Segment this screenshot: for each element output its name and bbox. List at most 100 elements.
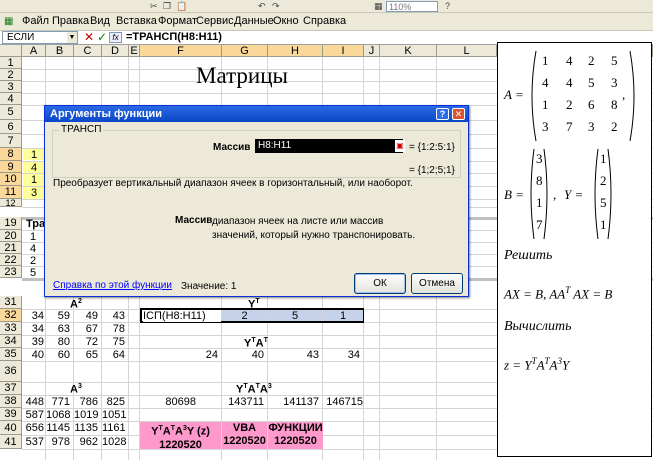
chart-wizard-icon[interactable]: ▦ (374, 1, 383, 12)
a3-cell[interactable]: 786 (74, 396, 98, 408)
row-header[interactable]: 6 (0, 120, 22, 134)
help-icon[interactable]: ? (436, 108, 449, 120)
row-header[interactable]: 22 (0, 254, 22, 266)
yta-cell[interactable]: 40 (222, 349, 264, 361)
dialog-titlebar[interactable]: Аргументы функции ? ✕ (45, 106, 468, 122)
column-header[interactable]: G (222, 45, 268, 57)
result-z-block[interactable]: YTATA3Y (z) 1220520 (140, 422, 221, 451)
a3-cell[interactable]: 962 (74, 436, 98, 448)
a2-cell[interactable]: 49 (74, 310, 98, 322)
menu-edit[interactable]: Правка (52, 15, 89, 27)
a3-cell[interactable]: 825 (102, 396, 125, 408)
formula-input[interactable]: =ТРАНСП(H8:H11) (126, 31, 222, 44)
matrix-equation-object[interactable]: A = 1 4 2 5 4 4 5 3 1 2 6 8 3 7 3 2 , B … (497, 42, 652, 457)
cancel-button[interactable]: Отмена (411, 273, 463, 294)
row-header[interactable]: 31 (0, 296, 22, 309)
menu-data[interactable]: Данные (234, 15, 274, 27)
menu-file[interactable]: Файл (22, 15, 49, 27)
row-header[interactable]: 3 (0, 81, 22, 93)
enter-formula-icon[interactable]: ✓ (97, 31, 107, 44)
row-header[interactable]: 5 (0, 105, 22, 120)
row-header[interactable]: 33 (0, 322, 22, 335)
cell-a9[interactable]: 4 (23, 162, 45, 174)
a2-cell[interactable]: 43 (102, 310, 125, 322)
active-cell-editor[interactable]: ІСП(H8:H11) (143, 310, 221, 322)
a2-cell[interactable]: 63 (46, 323, 70, 335)
a2-cell[interactable]: 80 (46, 336, 70, 348)
a2-cell[interactable]: 59 (46, 310, 70, 322)
column-header[interactable]: K (380, 45, 437, 57)
a2-cell[interactable]: 60 (46, 349, 70, 361)
zoom-select[interactable]: 110% (386, 1, 438, 12)
a2-cell[interactable]: 65 (74, 349, 98, 361)
column-header[interactable]: J (364, 45, 380, 57)
row-header[interactable]: 36 (0, 361, 22, 382)
a3-cell[interactable]: 1019 (74, 409, 98, 421)
row-header[interactable]: 2 (0, 69, 22, 81)
menu-insert[interactable]: Вставка (116, 15, 157, 27)
cell-a8[interactable]: 1 (23, 149, 45, 161)
ytata-cell[interactable]: 80698 (140, 396, 196, 408)
menu-format[interactable]: Формат (158, 15, 197, 27)
row-header[interactable]: 4 (0, 93, 22, 105)
help-toolbar-icon[interactable]: ? (445, 1, 450, 12)
row-header[interactable]: 37 (0, 382, 22, 395)
select-all-corner[interactable] (0, 45, 22, 57)
a2-cell[interactable]: 34 (22, 310, 44, 322)
row-header[interactable]: 41 (0, 435, 22, 449)
cell-a11[interactable]: 3 (23, 187, 45, 199)
a2-cell[interactable]: 72 (74, 336, 98, 348)
row-header[interactable]: 19 (0, 217, 22, 230)
yta-cell[interactable]: 43 (268, 349, 319, 361)
result-vba-block[interactable]: VBA 1220520 (222, 422, 267, 449)
a3-cell[interactable]: 1068 (46, 409, 70, 421)
column-header[interactable]: I (323, 45, 364, 57)
a3-cell[interactable]: 448 (22, 396, 44, 408)
name-box[interactable]: ЕСЛИ ▼ (2, 31, 78, 44)
ytata-cell[interactable]: 141137 (268, 396, 319, 408)
a3-cell[interactable]: 1161 (102, 422, 126, 434)
close-icon[interactable]: ✕ (452, 108, 465, 120)
a2-cell[interactable]: 34 (22, 323, 44, 335)
undo-icon[interactable]: ↶ (258, 1, 266, 12)
redo-icon[interactable]: ↷ (272, 1, 280, 12)
cell-a20[interactable]: 1 (30, 231, 36, 243)
row-header[interactable]: 9 (0, 161, 22, 173)
cell-a21[interactable]: 4 (30, 243, 36, 255)
row-header[interactable]: 8 (0, 148, 22, 161)
a3-cell[interactable]: 771 (46, 396, 70, 408)
a2-cell[interactable]: 75 (102, 336, 125, 348)
cell-a22[interactable]: 2 (30, 255, 36, 267)
menu-view[interactable]: Вид (90, 15, 110, 27)
a3-cell[interactable]: 1145 (46, 422, 70, 434)
chevron-down-icon[interactable]: ▼ (67, 32, 77, 43)
row-header[interactable]: 1 (0, 57, 22, 69)
menu-tools[interactable]: Сервис (196, 15, 234, 27)
a2-cell[interactable]: 40 (22, 349, 44, 361)
column-header[interactable]: H (268, 45, 323, 57)
row-header[interactable]: 21 (0, 242, 22, 254)
ytata-cell[interactable]: 143711 (222, 396, 264, 408)
array-arg-input[interactable]: H8:H11 (255, 139, 403, 153)
yt-cell[interactable]: 2 (222, 310, 267, 322)
a3-cell[interactable]: 587 (22, 409, 44, 421)
cut-icon[interactable]: ✂ (150, 1, 158, 12)
a2-cell[interactable]: 64 (102, 349, 125, 361)
row-header[interactable]: 35 (0, 348, 22, 361)
row-header[interactable]: 7 (0, 134, 22, 148)
cell-a10[interactable]: 1 (23, 174, 45, 186)
a3-cell[interactable]: 978 (46, 436, 70, 448)
column-header[interactable]: C (74, 45, 102, 57)
column-header[interactable]: D (102, 45, 129, 57)
ok-button[interactable]: ОК (354, 273, 406, 294)
cell-a23[interactable]: 5 (30, 267, 36, 279)
row-header[interactable]: 23 (0, 266, 22, 278)
cell-a19[interactable]: Тра (26, 218, 45, 230)
column-header[interactable]: F (140, 45, 222, 57)
row-header[interactable]: 38 (0, 395, 22, 408)
ytata-cell[interactable]: 146715 (323, 396, 363, 408)
a2-cell[interactable]: 78 (102, 323, 125, 335)
column-header[interactable]: L (437, 45, 497, 57)
collapse-dialog-icon[interactable]: ▣ (395, 140, 405, 152)
yt-cell[interactable]: 1 (323, 310, 363, 322)
